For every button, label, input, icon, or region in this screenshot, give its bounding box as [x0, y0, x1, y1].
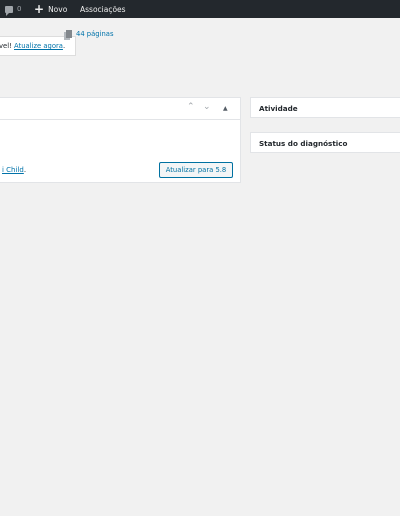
- plus-icon: +: [34, 2, 45, 16]
- update-wordpress-button[interactable]: Atualizar para 5.8: [159, 162, 233, 178]
- move-up-icon[interactable]: ⌃: [187, 103, 195, 112]
- site-health-title: Status do diagnóstico: [259, 139, 348, 148]
- pages-count-label: 44 páginas: [76, 30, 114, 38]
- pages-icon: [66, 30, 72, 38]
- notice-text: vel!: [0, 42, 12, 50]
- admin-bar: 0 + Novo Associações: [0, 0, 400, 18]
- activity-widget[interactable]: Atividade: [250, 97, 400, 118]
- comments-menu[interactable]: 0: [5, 5, 22, 16]
- child-theme-link[interactable]: i Child: [2, 166, 24, 174]
- comments-count: 0: [17, 5, 22, 13]
- activity-title: Atividade: [259, 104, 298, 113]
- new-content-menu[interactable]: + Novo: [34, 3, 67, 15]
- update-now-link[interactable]: Atualize agora: [14, 42, 63, 50]
- site-health-widget[interactable]: Status do diagnóstico: [250, 132, 400, 153]
- theme-suffix: .: [23, 166, 27, 174]
- associations-menu[interactable]: Associações: [80, 5, 126, 14]
- notice-suffix: .: [62, 42, 66, 50]
- widget-header: ⌃ ⌄ ▲: [0, 98, 240, 120]
- move-down-icon[interactable]: ⌄: [203, 103, 211, 112]
- comment-bubble-icon: [5, 5, 13, 16]
- update-notice: vel! Atualize agora.: [0, 36, 76, 56]
- pages-count-link[interactable]: 44 páginas: [66, 30, 114, 38]
- collapse-toggle-icon[interactable]: ▲: [223, 104, 228, 113]
- theme-line: i Child.: [2, 166, 26, 174]
- new-label: Novo: [48, 4, 68, 14]
